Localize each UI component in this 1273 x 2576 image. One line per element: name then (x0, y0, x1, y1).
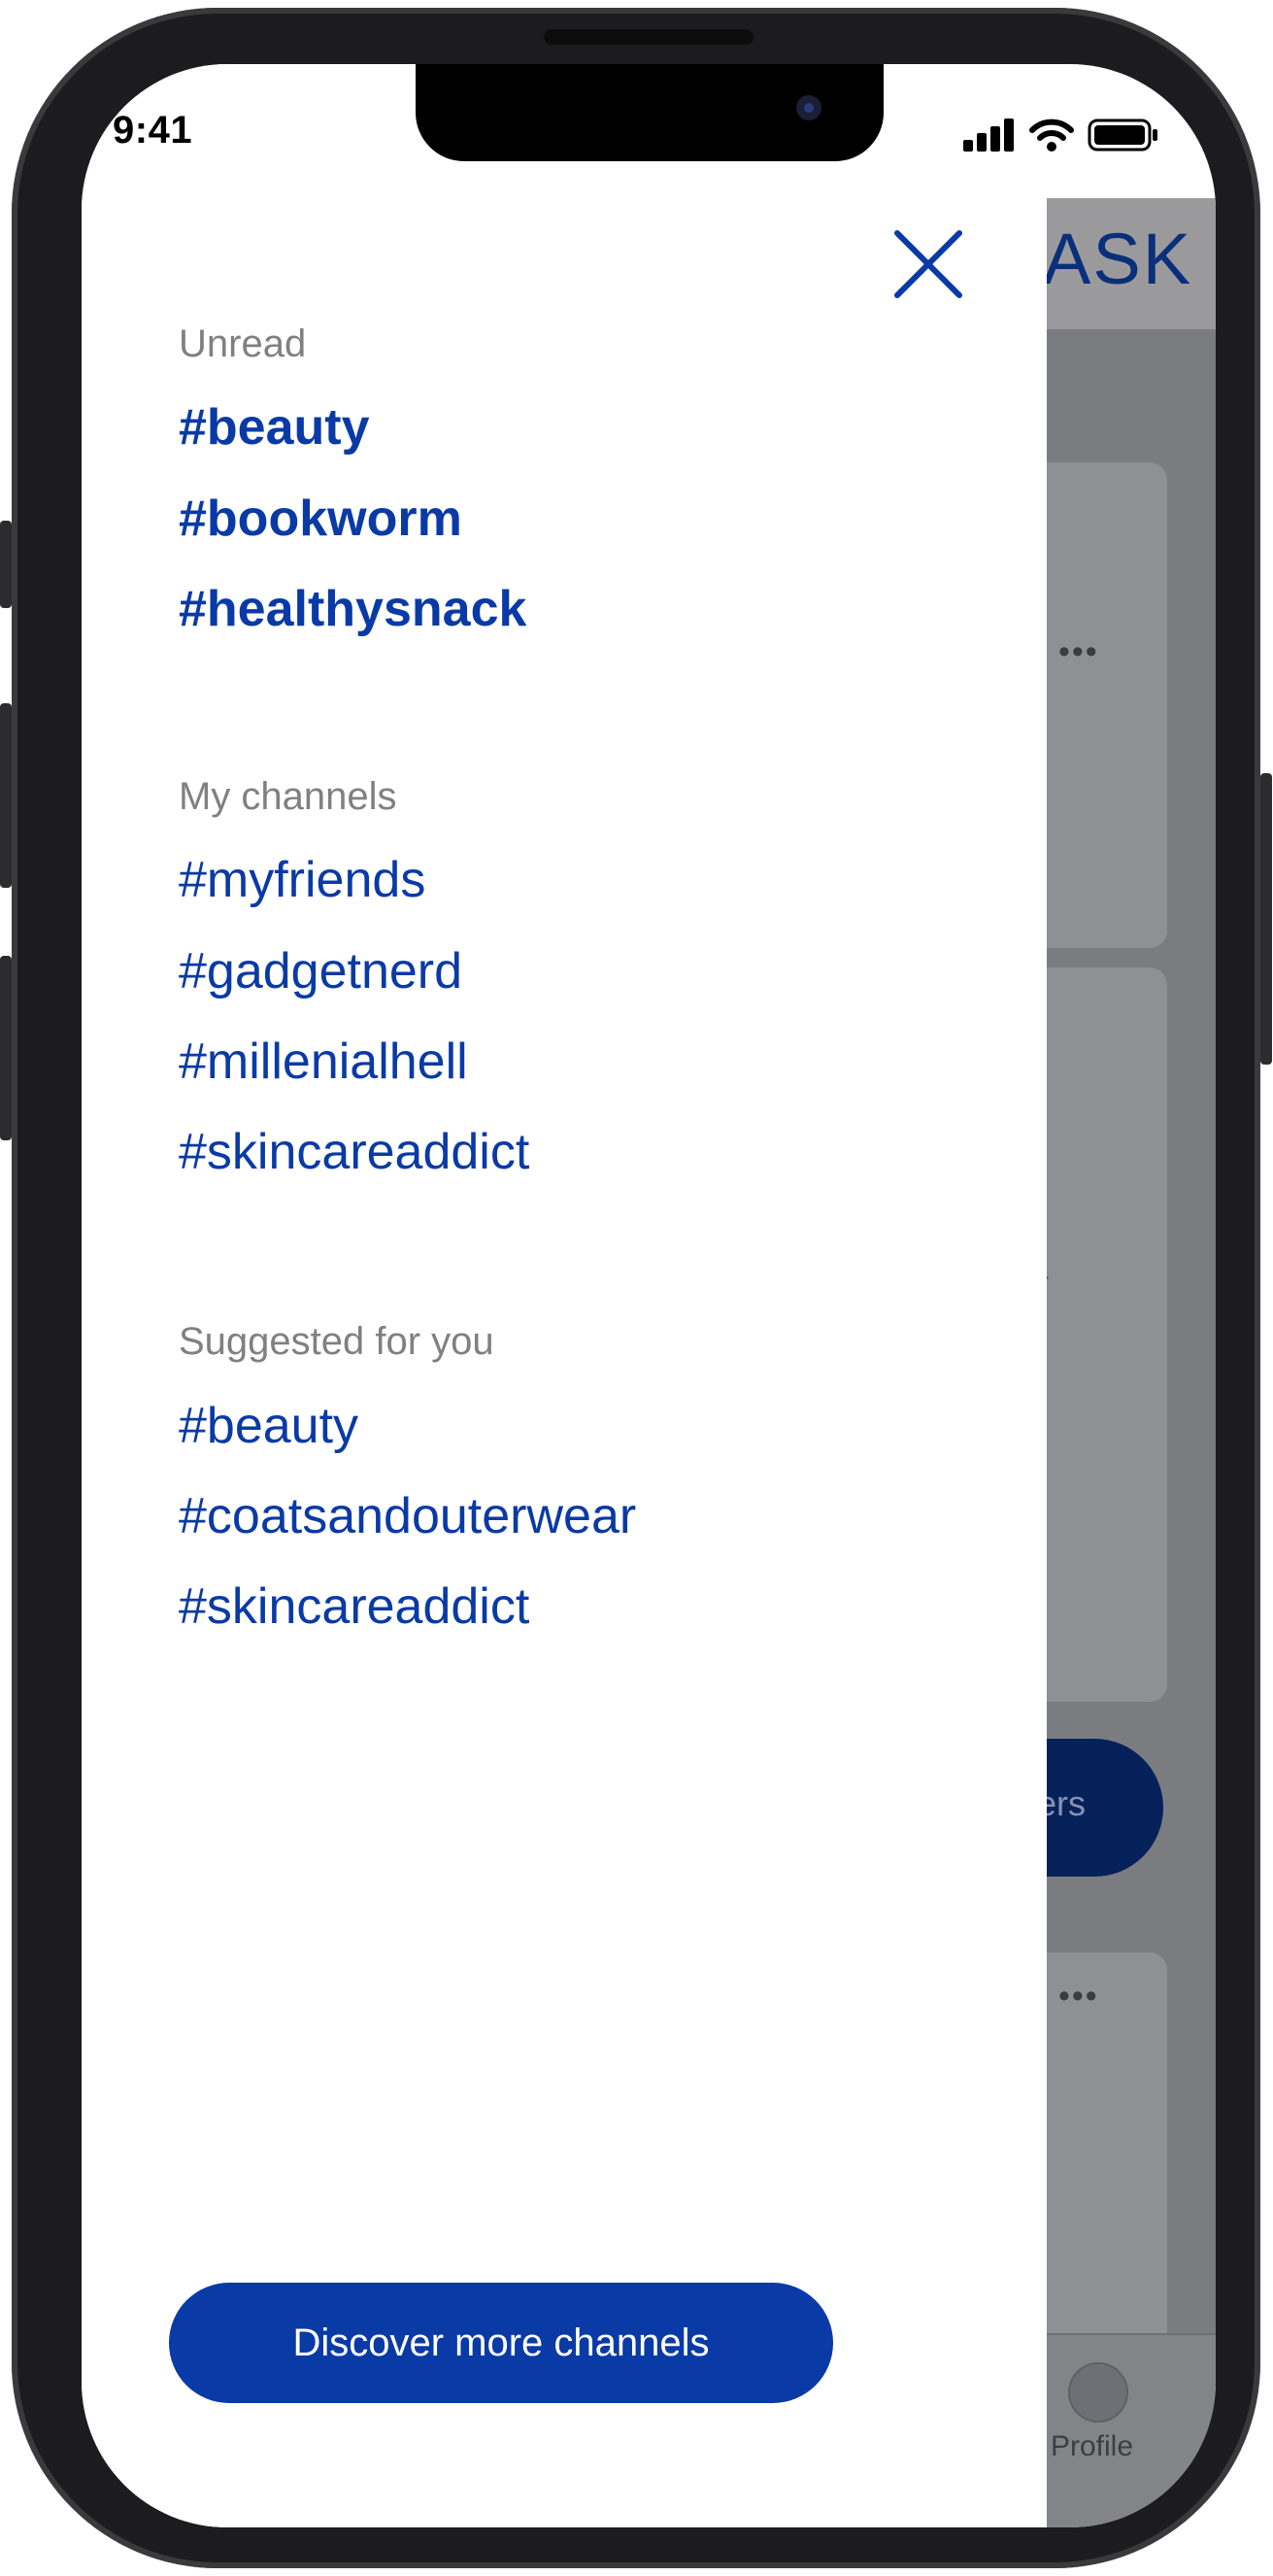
status-time: 9:41 (113, 109, 193, 152)
background-card: ••• (1047, 1952, 1167, 2360)
background-header: ASK (1043, 198, 1216, 329)
channel-link[interactable]: #skincareaddict (179, 1123, 529, 1181)
background-card: r (1039, 967, 1167, 1702)
channel-link[interactable]: #beauty (179, 398, 370, 457)
channel-link[interactable]: #gadgetnerd (179, 942, 462, 1000)
avatar (1068, 2362, 1128, 2423)
channel-link[interactable]: #skincareaddict (179, 1577, 529, 1636)
screen: ASK ••• e r ers ••• Profile (82, 64, 1216, 2527)
channels-drawer: Unread #beauty #bookworm #healthysnack M… (82, 64, 1047, 2527)
more-icon: ••• (1058, 1978, 1099, 2015)
channel-link[interactable]: #beauty (179, 1397, 358, 1455)
section-label-suggested: Suggested for you (179, 1320, 494, 1363)
channel-link[interactable]: #healthysnack (179, 580, 526, 638)
background-logo: ASK (1043, 219, 1193, 299)
side-button-mute (0, 521, 12, 608)
close-button[interactable] (893, 229, 963, 299)
front-camera-icon (796, 95, 821, 120)
section-label-my-channels: My channels (179, 775, 397, 818)
close-icon (894, 230, 962, 298)
side-button-volume-up (0, 703, 12, 888)
background-bottom-nav: Profile (1047, 2333, 1216, 2527)
wifi-icon (1029, 119, 1074, 152)
background-card: ••• e (1041, 462, 1167, 1149)
cellular-signal-icon (963, 119, 1014, 152)
speaker-grille (544, 29, 754, 45)
background-pill-button: ers (1037, 1739, 1163, 1877)
more-icon: ••• (1058, 633, 1099, 670)
nav-profile-label: Profile (1051, 2430, 1134, 2462)
channel-link[interactable]: #coatsandouterwear (179, 1487, 636, 1545)
background-app: ASK ••• e r ers ••• Profile (1037, 198, 1216, 2527)
channel-link[interactable]: #myfriends (179, 851, 425, 909)
discover-more-channels-button[interactable]: Discover more channels (169, 2283, 833, 2403)
battery-icon (1088, 119, 1157, 152)
side-button-volume-down (0, 956, 12, 1140)
status-icons (963, 119, 1159, 152)
channel-link[interactable]: #bookworm (179, 490, 462, 548)
side-button-power (1260, 773, 1272, 1065)
phone-frame: ASK ••• e r ers ••• Profile (0, 8, 1272, 2568)
section-label-unread: Unread (179, 322, 307, 365)
notch (416, 64, 884, 161)
channel-link[interactable]: #millenialhell (179, 1033, 468, 1091)
